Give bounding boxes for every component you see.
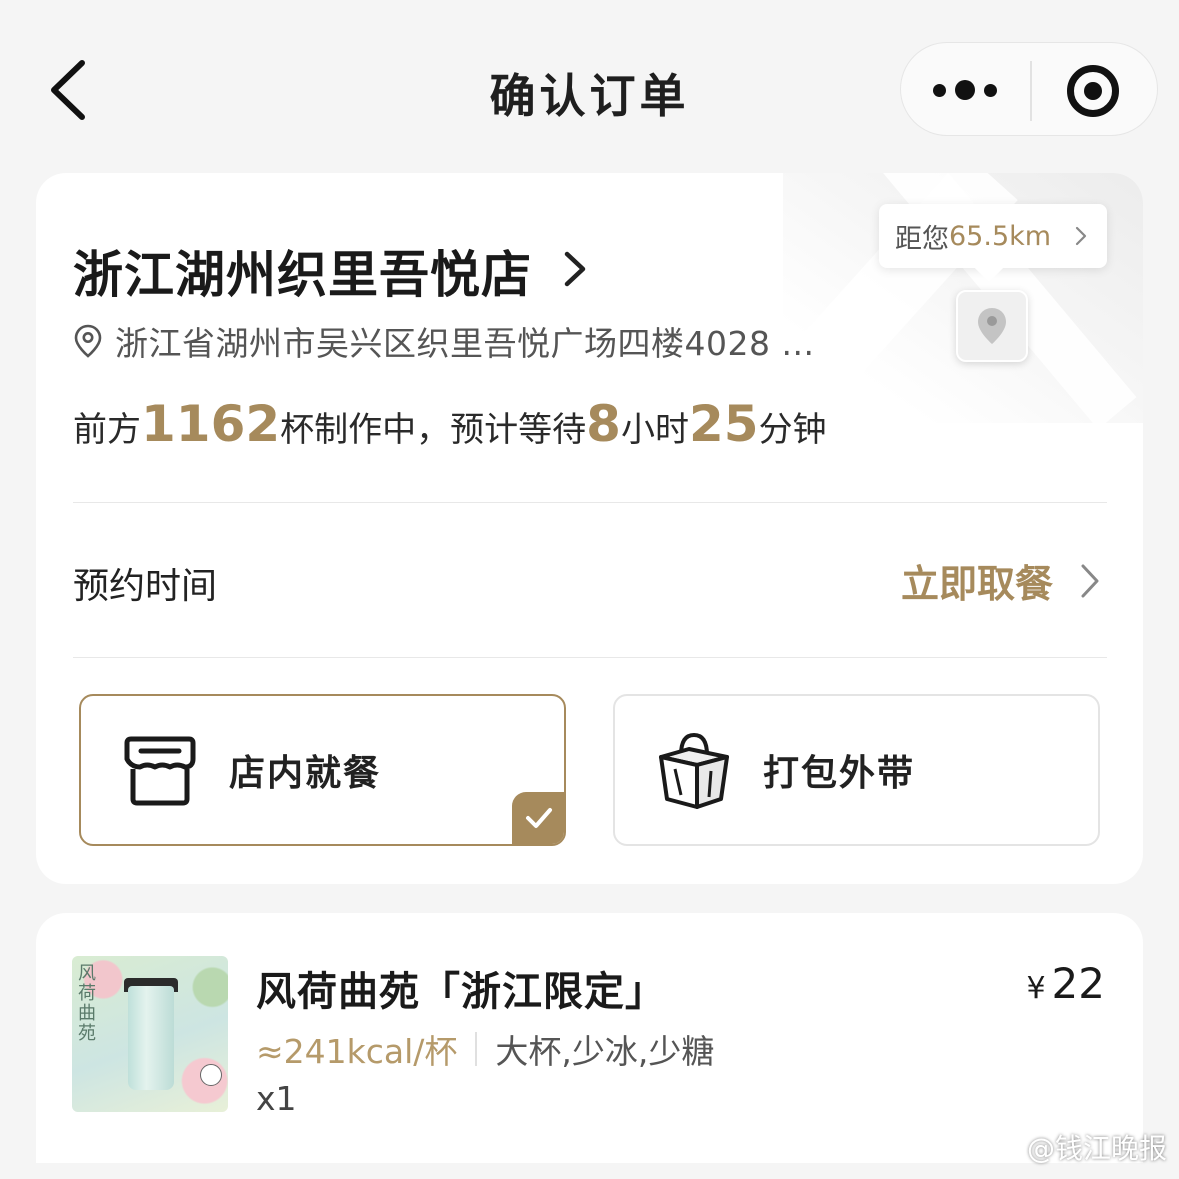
store-address: 浙江省湖州市吴兴区织里吾悦广场四楼4028 ... bbox=[115, 324, 815, 363]
divider bbox=[73, 502, 1107, 503]
weibo-icon bbox=[982, 1133, 1019, 1163]
store-icon bbox=[124, 736, 196, 806]
checkmark-icon bbox=[526, 808, 552, 828]
reservation-value[interactable]: 立即取餐 bbox=[901, 553, 1053, 608]
item-meta: ≈241kcal/杯 大杯,少冰,少糖 bbox=[256, 1025, 714, 1073]
dine-in-option[interactable]: 店内就餐 bbox=[79, 694, 566, 846]
distance-value: 65.5km bbox=[949, 220, 1052, 252]
distance-prefix: 距您 bbox=[895, 223, 949, 255]
store-name[interactable]: 浙江湖州织里吾悦店 bbox=[73, 235, 532, 307]
kcal-badge bbox=[200, 1064, 222, 1086]
more-dots-icon bbox=[933, 83, 946, 97]
thumbnail-text: 风荷曲苑 bbox=[78, 963, 96, 1044]
dine-in-label: 店内就餐 bbox=[229, 753, 382, 794]
wait-minutes: 25 bbox=[688, 395, 759, 453]
item-price: ¥ 22 bbox=[1026, 959, 1105, 1008]
watermark: @钱江晚报 bbox=[981, 1127, 1167, 1167]
takeaway-label: 打包外带 bbox=[763, 753, 916, 794]
order-item-card: 风荷曲苑 风荷曲苑「浙江限定」 ¥ 22 ≈241kcal/杯 大杯,少冰,少糖… bbox=[36, 913, 1143, 1163]
store-card: 浙江湖州织里吾悦店 浙江省湖州市吴兴区织里吾悦广场四楼4028 ... 距您 65… bbox=[36, 173, 1143, 884]
chevron-right-icon[interactable] bbox=[1080, 563, 1100, 599]
item-quantity: x1 bbox=[256, 1079, 297, 1118]
price-value: 22 bbox=[1051, 959, 1105, 1008]
close-target-icon[interactable] bbox=[1067, 65, 1119, 117]
currency-symbol: ¥ bbox=[1026, 971, 1046, 1006]
selected-check bbox=[512, 792, 564, 844]
item-calories: ≈241kcal/杯 bbox=[256, 1032, 458, 1071]
divider bbox=[73, 657, 1107, 658]
chevron-right-icon[interactable] bbox=[562, 249, 588, 289]
meta-divider bbox=[475, 1032, 478, 1066]
capsule-divider bbox=[1030, 61, 1032, 121]
queue-status: 前方 1162 杯制作中，预计等待 8 小时 25 分钟 bbox=[73, 395, 827, 453]
item-options: 大杯,少冰,少糖 bbox=[495, 1032, 715, 1071]
miniprogram-capsule bbox=[900, 42, 1158, 136]
cup-image bbox=[128, 986, 174, 1090]
location-pin-icon bbox=[74, 324, 102, 358]
watermark-text: @钱江晚报 bbox=[1026, 1132, 1167, 1165]
wait-hours: 8 bbox=[586, 395, 621, 453]
map-pin-icon bbox=[978, 308, 1006, 344]
more-button[interactable] bbox=[901, 43, 1029, 137]
map-marker[interactable] bbox=[956, 290, 1028, 362]
distance-tooltip[interactable]: 距您 65.5km bbox=[879, 204, 1107, 268]
takeout-box-icon bbox=[659, 732, 729, 809]
takeaway-option[interactable]: 打包外带 bbox=[613, 694, 1100, 846]
store-address-row: 浙江省湖州市吴兴区织里吾悦广场四楼4028 ... bbox=[73, 317, 814, 365]
nav-bar: 确认订单 bbox=[0, 0, 1179, 170]
chevron-right-icon bbox=[1075, 226, 1087, 246]
queue-cup-count: 1162 bbox=[141, 395, 281, 453]
reservation-label: 预约时间 bbox=[73, 566, 218, 607]
item-name: 风荷曲苑「浙江限定」 bbox=[256, 969, 666, 1015]
item-thumbnail: 风荷曲苑 bbox=[72, 956, 228, 1112]
